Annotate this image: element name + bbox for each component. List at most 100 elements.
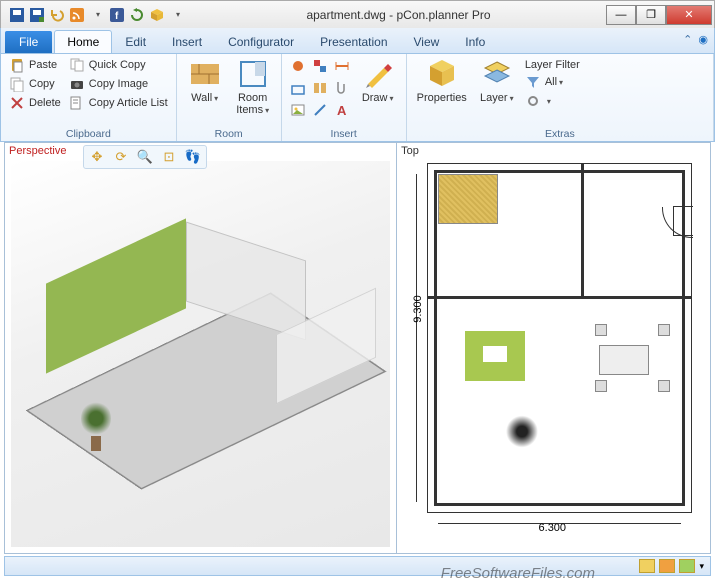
watermark: FreeSoftwareFiles.com [441, 565, 595, 582]
plan-chair [658, 324, 670, 336]
properties-label: Properties [417, 92, 467, 104]
copy-article-label: Copy Article List [89, 97, 168, 109]
copy-image-label: Copy Image [89, 78, 148, 90]
insert-clip-icon[interactable] [332, 78, 352, 98]
save-icon[interactable] [9, 7, 25, 23]
save-as-icon[interactable] [29, 7, 45, 23]
viewport-top[interactable]: Top 9.300 6.300 [397, 143, 710, 553]
minimize-button[interactable]: — [606, 5, 636, 25]
status-icon-3[interactable] [679, 559, 695, 573]
tab-view[interactable]: View [401, 30, 453, 53]
plan-rug [465, 331, 525, 381]
gear-icon [525, 93, 541, 109]
layer-button[interactable]: Layer [475, 56, 519, 106]
status-dropdown-icon[interactable]: ▾ [699, 561, 704, 572]
zoom-icon[interactable]: 🔍 [134, 148, 156, 166]
layer-filter-button[interactable]: Layer Filter [523, 58, 582, 72]
insert-group-label: Insert [288, 127, 400, 141]
layer-filter-label: Layer Filter [525, 59, 580, 71]
copy-button[interactable]: Copy [7, 75, 63, 93]
paste-button[interactable]: Paste [7, 56, 63, 74]
insert-align-icon[interactable] [310, 78, 330, 98]
quick-copy-icon [69, 57, 85, 73]
copy-image-button[interactable]: Copy Image [67, 75, 170, 93]
delete-label: Delete [29, 97, 61, 109]
draw-icon [362, 58, 394, 90]
orbit-icon[interactable]: ⟳ [110, 148, 132, 166]
paste-icon [9, 57, 25, 73]
rss-dropdown-icon[interactable] [89, 7, 105, 23]
ribbon: Paste Copy Delete Quick Copy Copy Image … [0, 54, 715, 142]
paste-label: Paste [29, 59, 57, 71]
delete-button[interactable]: Delete [7, 94, 63, 112]
insert-group-icon[interactable] [310, 56, 330, 76]
wall-button[interactable]: Wall [183, 56, 227, 106]
tab-home[interactable]: Home [54, 30, 112, 53]
clipboard-group-label: Clipboard [7, 127, 170, 141]
copy-icon [9, 76, 25, 92]
file-tab[interactable]: File [5, 31, 52, 53]
insert-shape-icon[interactable] [288, 78, 308, 98]
insert-line-icon[interactable] [310, 100, 330, 120]
filter-all-button[interactable]: All [523, 73, 582, 91]
tab-insert[interactable]: Insert [159, 30, 215, 53]
quick-copy-button[interactable]: Quick Copy [67, 56, 170, 74]
maximize-button[interactable]: ❐ [636, 5, 666, 25]
quick-copy-label: Quick Copy [89, 59, 146, 71]
undo-icon[interactable] [49, 7, 65, 23]
copy-article-button[interactable]: Copy Article List [67, 94, 170, 112]
window-title: apartment.dwg - pCon.planner Pro [191, 8, 606, 22]
status-bar: ▾ [4, 556, 711, 576]
room-items-icon [237, 58, 269, 90]
3d-view-canvas[interactable] [11, 161, 390, 547]
help-icon[interactable]: ◉ [698, 33, 708, 46]
qat-dropdown-icon[interactable] [169, 7, 185, 23]
tab-edit[interactable]: Edit [112, 30, 159, 53]
work-area: Perspective ✥ ⟳ 🔍 ⊡ 👣 Top [4, 142, 711, 554]
refresh-icon[interactable] [129, 7, 145, 23]
draw-button[interactable]: Draw [356, 56, 400, 106]
walk-icon[interactable]: 👣 [182, 148, 204, 166]
viewport-perspective[interactable]: Perspective ✥ ⟳ 🔍 ⊡ 👣 [5, 143, 397, 553]
layer-label: Layer [480, 92, 514, 104]
facebook-icon[interactable]: f [109, 7, 125, 23]
rss-icon[interactable] [69, 7, 85, 23]
plan-table [599, 345, 649, 375]
extras-dropdown[interactable] [523, 92, 582, 110]
pan-icon[interactable]: ✥ [86, 148, 108, 166]
status-icon-2[interactable] [659, 559, 675, 573]
floor-plan[interactable]: 9.300 6.300 [427, 163, 692, 513]
plan-bed [438, 174, 498, 224]
insert-text-icon[interactable]: A [332, 100, 352, 120]
status-icon-1[interactable] [639, 559, 655, 573]
tab-configurator[interactable]: Configurator [215, 30, 307, 53]
ribbon-tabs: File Home Edit Insert Configurator Prese… [0, 28, 715, 54]
room-items-label: Room Items [236, 92, 269, 116]
collapse-ribbon-icon[interactable]: ⌃ [683, 33, 692, 46]
cube-icon[interactable] [149, 7, 165, 23]
plan-chair [595, 380, 607, 392]
extras-group-label: Extras [413, 127, 707, 141]
room-items-button[interactable]: Room Items [231, 56, 275, 118]
tab-presentation[interactable]: Presentation [307, 30, 400, 53]
group-room: Wall Room Items Room [177, 54, 282, 141]
title-bar: f apartment.dwg - pCon.planner Pro — ❐ ✕ [0, 0, 715, 28]
layer-icon [481, 58, 513, 90]
insert-dimension-icon[interactable] [332, 56, 352, 76]
insert-icon-grid: A [288, 56, 352, 120]
close-button[interactable]: ✕ [666, 5, 712, 25]
filter-all-label: All [545, 76, 563, 88]
insert-image-icon[interactable] [288, 100, 308, 120]
properties-button[interactable]: Properties [413, 56, 471, 106]
dimension-vertical: 9.300 [412, 295, 424, 323]
insert-object-icon[interactable] [288, 56, 308, 76]
zoom-extents-icon[interactable]: ⊡ [158, 148, 180, 166]
copy-label: Copy [29, 78, 55, 90]
dimension-horizontal: 6.300 [539, 522, 567, 534]
viewport-toolbar: ✥ ⟳ 🔍 ⊡ 👣 [83, 145, 207, 169]
viewport-label-top: Top [401, 145, 419, 157]
group-extras: Properties Layer Layer Filter All Extras [407, 54, 714, 141]
tab-info[interactable]: Info [452, 30, 498, 53]
window-controls: — ❐ ✕ [606, 5, 712, 25]
article-list-icon [69, 95, 85, 111]
